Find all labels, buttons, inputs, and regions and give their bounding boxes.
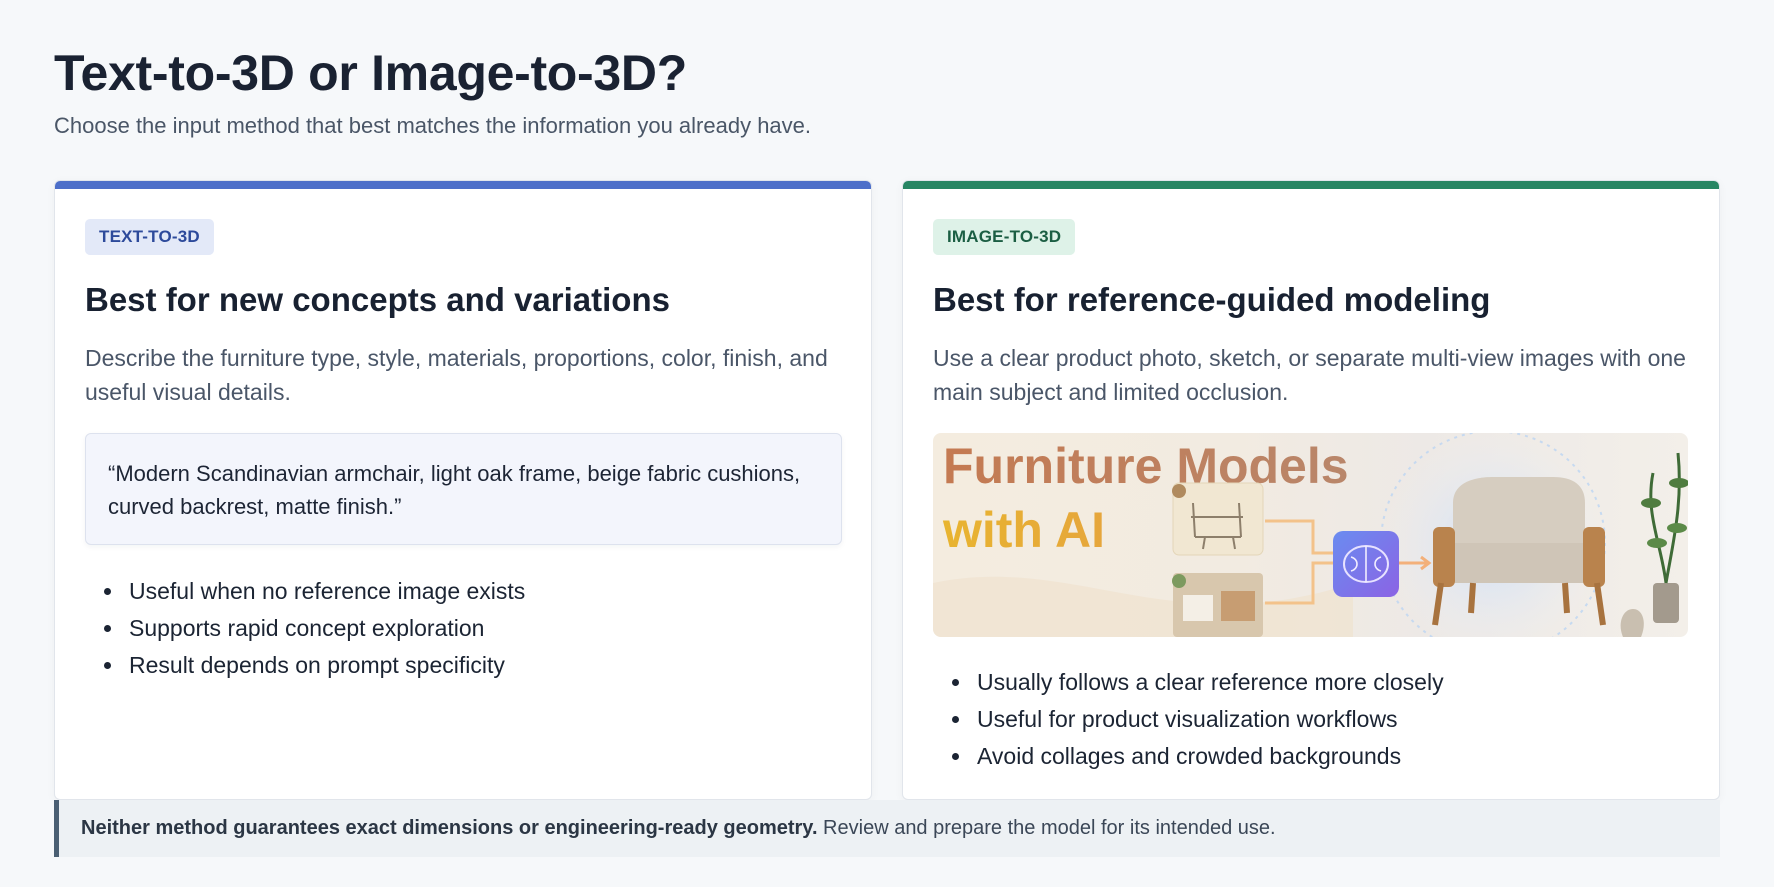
disclaimer-text: Review and prepare the model for its int… [817,817,1276,839]
ai-brain-icon [1333,531,1399,597]
list-item: Useful for product visualization workflo… [973,701,1444,738]
example-prompt: “Modern Scandinavian armchair, light oak… [85,433,842,545]
card-title: Best for reference-guided modeling [933,281,1491,318]
page-title: Text-to-3D or Image-to-3D? [54,45,687,101]
list-item: Result depends on prompt specificity [125,647,525,684]
text-to-3d-card: TEXT-TO-3D Best for new concepts and var… [54,180,872,800]
text-to-3d-bullets: Useful when no reference image exists Su… [125,573,525,684]
page: Text-to-3D or Image-to-3D? Choose the in… [0,0,1774,887]
room-photo-icon [1172,573,1263,637]
text-to-3d-badge: TEXT-TO-3D [85,219,214,255]
card-accent-bar [55,181,871,189]
image-to-3d-bullets: Usually follows a clear reference more c… [973,664,1444,775]
image-to-3d-badge: IMAGE-TO-3D [933,219,1076,255]
card-description: Use a clear product photo, sketch, or se… [933,345,1686,405]
card-description: Describe the furniture type, style, mate… [85,345,828,405]
card-accent-bar [903,181,1719,189]
illustration-svg: Furniture Models with AI [933,433,1688,637]
illustration-subtitle: with AI [942,502,1105,558]
list-item: Usually follows a clear reference more c… [973,664,1444,701]
disclaimer-emphasis: Neither method guarantees exact dimensio… [81,817,818,839]
card-title: Best for new concepts and variations [85,281,670,318]
plant-icon [1641,452,1688,623]
armchair-sketch-icon [1172,482,1264,556]
disclaimer-note: Neither method guarantees exact dimensio… [54,800,1720,857]
furniture-ai-illustration: Furniture Models with AI [933,433,1688,637]
page-subtitle: Choose the input method that best matche… [54,113,812,138]
list-item: Avoid collages and crowded backgrounds [973,738,1444,775]
image-to-3d-card: IMAGE-TO-3D Best for reference-guided mo… [902,180,1720,800]
list-item: Useful when no reference image exists [125,573,525,610]
illustration-title: Furniture Models [943,438,1349,494]
list-item: Supports rapid concept exploration [125,610,525,647]
